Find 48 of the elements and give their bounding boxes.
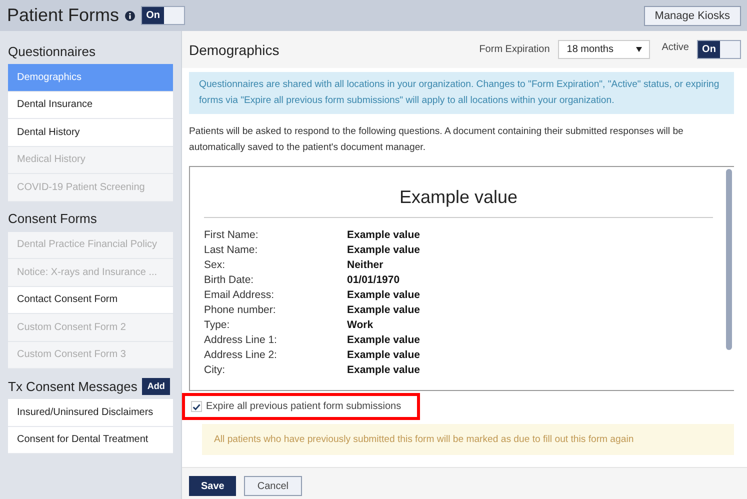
section-title: Questionnaires xyxy=(8,44,96,58)
field-value: Example value xyxy=(347,363,421,378)
sidebar-item[interactable]: Insured/Uninsured Disclaimers xyxy=(8,399,173,426)
field-value: Example value xyxy=(347,228,421,243)
scrollbar[interactable] xyxy=(726,169,732,350)
add-button[interactable]: Add xyxy=(142,378,170,394)
field-label: City: xyxy=(204,363,226,378)
field-value: Example value xyxy=(347,288,421,303)
field-value: Work xyxy=(347,318,374,333)
field-label: Sex: xyxy=(204,258,226,273)
sidebar-item[interactable]: Contact Consent Form xyxy=(8,286,173,314)
field-label: Address Line 2: xyxy=(204,348,278,363)
field-value: Example value xyxy=(347,333,421,348)
sidebar-item[interactable]: Dental History xyxy=(8,119,173,146)
field-value: Neither xyxy=(347,258,384,273)
on-toggle[interactable]: On xyxy=(141,6,186,25)
field-value: Example value xyxy=(347,348,421,363)
field-label: Email Address: xyxy=(204,288,276,303)
page-title: Patient Forms xyxy=(7,5,120,26)
checkbox[interactable] xyxy=(191,401,202,412)
field-label: Last Name: xyxy=(204,243,259,258)
sidebar-item[interactable]: Consent for Dental Treatment xyxy=(8,426,173,454)
field-value: Example value xyxy=(347,243,421,258)
save-button[interactable]: Save xyxy=(189,476,236,496)
field-label: Phone number: xyxy=(204,303,277,318)
active-toggle[interactable]: On xyxy=(697,40,741,59)
field-value: Example value xyxy=(347,303,421,318)
form-title: Demographics xyxy=(189,42,280,58)
field-value: 01/01/1970 xyxy=(347,273,401,288)
field-label: Address Line 1: xyxy=(204,333,278,348)
manage-kiosks-button[interactable]: Manage Kiosks xyxy=(644,6,741,26)
section-title: Consent Forms xyxy=(8,211,97,226)
cancel-button[interactable]: Cancel xyxy=(244,476,302,496)
info-icon[interactable] xyxy=(125,10,136,20)
checkbox-label: Expire all previous patient form submissions xyxy=(206,401,402,412)
field-label: Birth Date: xyxy=(204,273,255,288)
field-label: Form Expiration xyxy=(479,44,550,55)
section-title: Tx Consent Messages xyxy=(8,378,138,394)
sidebar-item[interactable]: Dental Insurance xyxy=(8,92,173,119)
intro-text: Patients will be asked to respond to the following questions. A document containing their submitted responses will be automatically saved to the patient's document manager. xyxy=(189,125,684,155)
field-label: Active xyxy=(662,42,689,52)
expiration-dropdown[interactable]: 18 months xyxy=(558,40,650,59)
field-label: First Name: xyxy=(204,228,260,243)
info-message: Questionnaires are shared with all locations in your organization. Changes to "Form Expiration", "Active" status, or expiring forms via "Expire all previous form submissions" will apply to all locations within your organization. xyxy=(189,72,734,114)
field-label: Type: xyxy=(204,318,231,333)
document-title: Example value xyxy=(398,187,519,208)
caret-icon xyxy=(636,47,642,52)
warning-message: All patients who have previously submitted this form will be marked as due to fill out this form again xyxy=(202,424,734,455)
